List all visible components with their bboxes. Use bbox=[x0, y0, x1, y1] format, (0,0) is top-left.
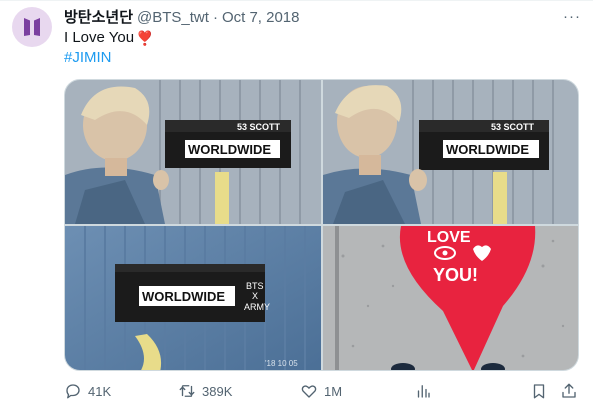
tweet-header: 방탄소년단 @BTS_twt · Oct 7, 2018 bbox=[64, 6, 300, 27]
retweet-icon bbox=[179, 385, 195, 397]
heart-exclamation-emoji: ❣️ bbox=[136, 30, 154, 46]
display-name[interactable]: 방탄소년단 bbox=[64, 6, 133, 27]
bts-logo-icon bbox=[24, 18, 40, 36]
photo-3[interactable]: WORLDWIDE BTS X ARMY '18 10 05 bbox=[65, 226, 321, 370]
retweet-count: 389K bbox=[202, 383, 233, 399]
views-chart-icon bbox=[417, 385, 430, 398]
photo-4[interactable]: LOVE YOU! bbox=[323, 226, 578, 370]
media-grid: 53 SCOTT WORLDWIDE 53 SCOTT WORLDWIDE WO… bbox=[64, 79, 579, 371]
views-button[interactable] bbox=[414, 379, 432, 403]
photo-4-image: LOVE YOU! bbox=[323, 226, 578, 370]
photo-3-image: WORLDWIDE BTS X ARMY '18 10 05 bbox=[65, 226, 321, 370]
photo-1[interactable]: 53 SCOTT WORLDWIDE bbox=[65, 80, 321, 224]
tweet-text: I Love You ❣️ bbox=[64, 28, 154, 48]
like-count: 1M bbox=[324, 383, 343, 399]
hashtag-link[interactable]: #JIMIN bbox=[64, 48, 112, 68]
share-button[interactable] bbox=[560, 379, 578, 403]
tweet[interactable]: 방탄소년단 @BTS_twt · Oct 7, 2018 ··· I Love … bbox=[0, 0, 593, 410]
user-handle[interactable]: @BTS_twt bbox=[137, 9, 209, 26]
tweet-actions: 41K 389K 1M bbox=[64, 379, 584, 403]
photo-3-timestamp: '18 10 05 bbox=[265, 359, 298, 368]
photo-4-line1: LOVE bbox=[427, 229, 471, 246]
photo-4-line2: YOU! bbox=[433, 265, 478, 285]
photo-1-sign-top: 53 SCOTT bbox=[237, 122, 281, 132]
bookmark-button[interactable] bbox=[530, 379, 548, 403]
photo-2-sign-top: 53 SCOTT bbox=[491, 122, 535, 132]
photo-2[interactable]: 53 SCOTT WORLDWIDE bbox=[323, 80, 578, 224]
photo-2-sign-main: WORLDWIDE bbox=[446, 142, 529, 157]
photo-3-note-line2: X bbox=[252, 291, 258, 301]
retweet-button[interactable]: 389K bbox=[178, 379, 232, 403]
photo-3-note-line1: BTS bbox=[246, 281, 264, 291]
photo-3-note-line3: ARMY bbox=[244, 302, 270, 312]
avatar[interactable] bbox=[12, 7, 52, 47]
bookmark-icon bbox=[533, 384, 545, 399]
photo-3-sign-main: WORLDWIDE bbox=[142, 289, 225, 304]
tweet-text-content: I Love You bbox=[64, 29, 135, 46]
tweet-date[interactable]: Oct 7, 2018 bbox=[222, 9, 300, 26]
photo-1-image: 53 SCOTT WORLDWIDE bbox=[65, 80, 321, 224]
heart-icon bbox=[301, 385, 317, 398]
photo-2-image: 53 SCOTT WORLDWIDE bbox=[323, 80, 578, 224]
more-options-icon[interactable]: ··· bbox=[561, 5, 583, 27]
photo-1-sign-main: WORLDWIDE bbox=[188, 142, 271, 157]
reply-count: 41K bbox=[88, 383, 112, 399]
separator-dot: · bbox=[212, 9, 218, 26]
share-icon bbox=[562, 383, 576, 398]
reply-button[interactable]: 41K bbox=[64, 379, 111, 403]
like-button[interactable]: 1M bbox=[300, 379, 342, 403]
reply-icon bbox=[66, 384, 80, 399]
